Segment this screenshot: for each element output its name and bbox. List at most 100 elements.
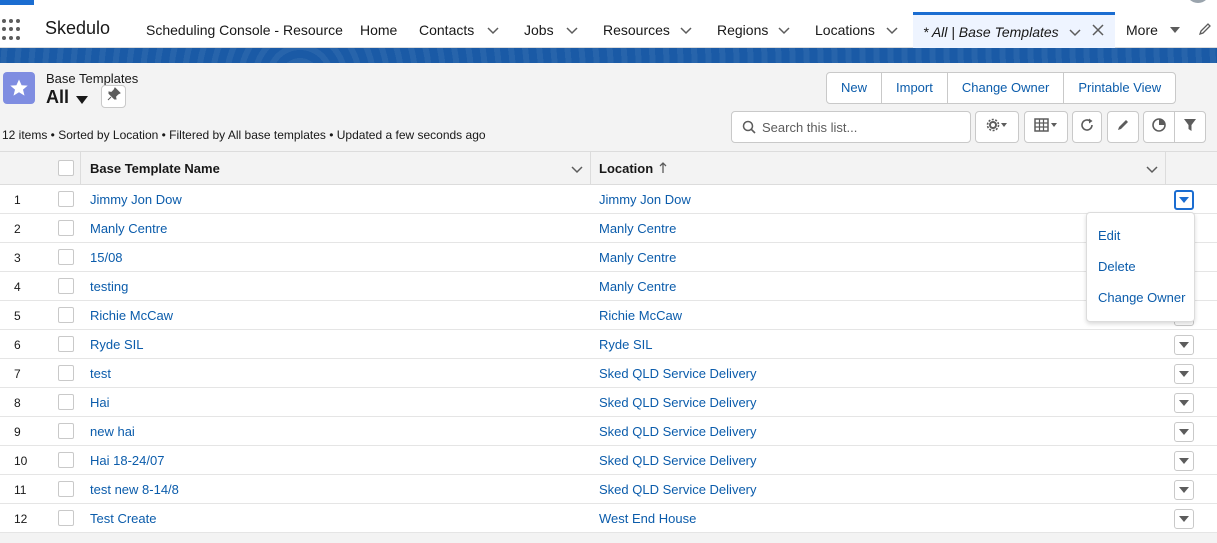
base-template-name-link[interactable]: new hai bbox=[90, 424, 135, 439]
location-link[interactable]: Manly Centre bbox=[599, 250, 676, 265]
list-view-caret-down-icon[interactable] bbox=[76, 92, 88, 110]
row-select-checkbox[interactable] bbox=[58, 394, 74, 410]
table-row: 4 testing Manly Centre bbox=[0, 272, 1217, 301]
location-link[interactable]: Manly Centre bbox=[599, 221, 676, 236]
caret-down-icon bbox=[1179, 191, 1189, 209]
location-link[interactable]: West End House bbox=[599, 511, 696, 526]
location-link[interactable]: Sked QLD Service Delivery bbox=[599, 453, 757, 468]
list-footer bbox=[0, 533, 1217, 543]
list-settings-button[interactable] bbox=[975, 111, 1019, 143]
row-select-checkbox[interactable] bbox=[58, 307, 74, 323]
pencil-icon bbox=[1116, 118, 1130, 137]
nav-item-locations[interactable]: Locations bbox=[815, 22, 875, 38]
row-select-checkbox[interactable] bbox=[58, 249, 74, 265]
row-select-checkbox[interactable] bbox=[58, 278, 74, 294]
location-link[interactable]: Ryde SIL bbox=[599, 337, 652, 352]
jobs-menu-chevron-down-icon[interactable] bbox=[565, 23, 579, 37]
filters-button[interactable] bbox=[1174, 111, 1206, 143]
base-template-name-link[interactable]: Ryde SIL bbox=[90, 337, 143, 352]
table-row: 10 Hai 18-24/07 Sked QLD Service Delivery bbox=[0, 446, 1217, 475]
name-column-menu-chevron-down-icon[interactable] bbox=[570, 162, 584, 181]
row-select-checkbox[interactable] bbox=[58, 452, 74, 468]
location-link[interactable]: Jimmy Jon Dow bbox=[599, 192, 691, 207]
table-icon bbox=[1034, 117, 1058, 137]
list-view-selector[interactable]: All bbox=[46, 87, 69, 108]
tab-menu-chevron-down-icon[interactable] bbox=[1068, 25, 1082, 44]
menu-item-change-owner[interactable]: Change Owner bbox=[1098, 290, 1185, 305]
table-row: 2 Manly Centre Manly Centre bbox=[0, 214, 1217, 243]
printable-view-button[interactable]: Printable View bbox=[1064, 73, 1175, 103]
row-actions-button[interactable] bbox=[1174, 393, 1194, 413]
nav-item-resources[interactable]: Resources bbox=[603, 22, 670, 38]
edit-list-button[interactable] bbox=[1107, 111, 1139, 143]
row-select-checkbox[interactable] bbox=[58, 220, 74, 236]
base-template-name-link[interactable]: test bbox=[90, 366, 111, 381]
row-select-checkbox[interactable] bbox=[58, 336, 74, 352]
app-launcher-waffle-icon[interactable] bbox=[2, 19, 24, 41]
row-select-checkbox[interactable] bbox=[58, 510, 74, 526]
row-actions-button[interactable] bbox=[1174, 480, 1194, 500]
contacts-menu-chevron-down-icon[interactable] bbox=[486, 23, 500, 37]
avatar[interactable] bbox=[1186, 0, 1210, 3]
search-input[interactable] bbox=[762, 117, 962, 137]
nav-more[interactable]: More bbox=[1126, 22, 1158, 38]
base-template-name-link[interactable]: 15/08 bbox=[90, 250, 123, 265]
menu-item-delete[interactable]: Delete bbox=[1098, 259, 1136, 274]
row-select-checkbox[interactable] bbox=[58, 481, 74, 497]
nav-item-contacts[interactable]: Contacts bbox=[419, 22, 474, 38]
caret-down-icon bbox=[1179, 394, 1189, 412]
base-template-name-link[interactable]: Hai bbox=[90, 395, 110, 410]
nav-item-jobs[interactable]: Jobs bbox=[524, 22, 554, 38]
column-header-base-template-name[interactable]: Base Template Name bbox=[90, 161, 220, 176]
row-actions-button[interactable] bbox=[1174, 509, 1194, 529]
row-select-checkbox[interactable] bbox=[58, 423, 74, 439]
tab-base-templates[interactable]: * All | Base Templates bbox=[913, 12, 1115, 48]
locations-menu-chevron-down-icon[interactable] bbox=[885, 23, 899, 37]
location-link[interactable]: Sked QLD Service Delivery bbox=[599, 482, 757, 497]
row-select-checkbox[interactable] bbox=[58, 365, 74, 381]
refresh-button[interactable] bbox=[1072, 111, 1102, 143]
edit-nav-pencil-icon[interactable] bbox=[1198, 22, 1212, 41]
nav-item-home[interactable]: Home bbox=[360, 22, 397, 38]
row-select-checkbox[interactable] bbox=[58, 191, 74, 207]
import-button[interactable]: Import bbox=[882, 73, 948, 103]
new-button[interactable]: New bbox=[827, 73, 883, 103]
row-actions-button[interactable] bbox=[1174, 364, 1194, 384]
base-template-name-link[interactable]: Hai 18-24/07 bbox=[90, 453, 164, 468]
base-template-name-link[interactable]: Richie McCaw bbox=[90, 308, 173, 323]
row-actions-button[interactable] bbox=[1174, 335, 1194, 355]
change-owner-button[interactable]: Change Owner bbox=[948, 73, 1065, 103]
location-link[interactable]: Sked QLD Service Delivery bbox=[599, 424, 757, 439]
row-actions-button[interactable] bbox=[1174, 422, 1194, 442]
row-actions-button[interactable] bbox=[1174, 451, 1194, 471]
location-link[interactable]: Richie McCaw bbox=[599, 308, 682, 323]
menu-item-edit[interactable]: Edit bbox=[1098, 228, 1120, 243]
search-list-box bbox=[731, 111, 971, 143]
regions-menu-chevron-down-icon[interactable] bbox=[777, 23, 791, 37]
pin-list-view-button[interactable] bbox=[101, 85, 126, 108]
tab-close-icon[interactable] bbox=[1091, 23, 1105, 42]
location-column-menu-chevron-down-icon[interactable] bbox=[1145, 162, 1159, 181]
base-template-name-link[interactable]: testing bbox=[90, 279, 128, 294]
location-link[interactable]: Sked QLD Service Delivery bbox=[599, 395, 757, 410]
column-header-location[interactable]: Location bbox=[599, 161, 653, 176]
row-number: 4 bbox=[14, 280, 21, 294]
base-template-name-link[interactable]: test new 8-14/8 bbox=[90, 482, 179, 497]
nav-item-scheduling-console[interactable]: Scheduling Console - Resource bbox=[146, 22, 343, 38]
base-template-name-link[interactable]: Manly Centre bbox=[90, 221, 167, 236]
location-link[interactable]: Manly Centre bbox=[599, 279, 676, 294]
base-template-name-link[interactable]: Test Create bbox=[90, 511, 156, 526]
location-link[interactable]: Sked QLD Service Delivery bbox=[599, 366, 757, 381]
row-number: 6 bbox=[14, 338, 21, 352]
charts-button[interactable] bbox=[1143, 111, 1175, 143]
resources-menu-chevron-down-icon[interactable] bbox=[679, 23, 693, 37]
caret-down-icon bbox=[1179, 481, 1189, 499]
nav-item-regions[interactable]: Regions bbox=[717, 22, 768, 38]
more-caret-down-icon[interactable] bbox=[1168, 23, 1182, 37]
column-divider bbox=[590, 152, 591, 185]
base-template-name-link[interactable]: Jimmy Jon Dow bbox=[90, 192, 182, 207]
row-number: 7 bbox=[14, 367, 21, 381]
row-actions-button[interactable] bbox=[1174, 190, 1194, 210]
select-all-checkbox[interactable] bbox=[58, 160, 74, 176]
display-as-button[interactable] bbox=[1024, 111, 1068, 143]
